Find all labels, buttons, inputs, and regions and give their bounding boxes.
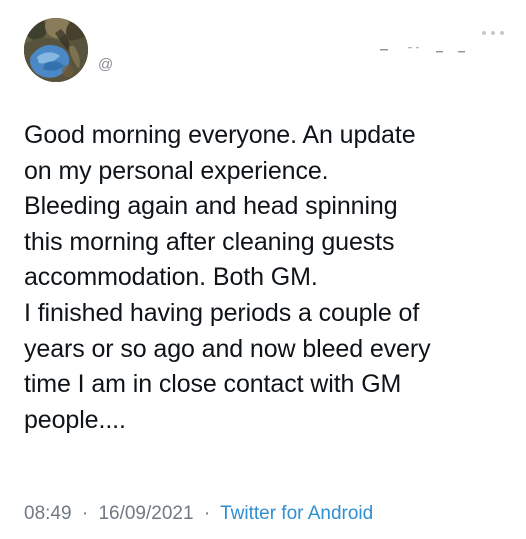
tweet-text: Good morning everyone. An update on my p…: [24, 121, 431, 434]
metadata-separator: ·: [203, 503, 211, 524]
tweet-source-link[interactable]: Twitter for Android: [220, 503, 373, 524]
metadata-separator: ·: [81, 503, 89, 524]
avatar[interactable]: [24, 18, 88, 82]
tweet-time[interactable]: 08:49: [24, 503, 72, 524]
tweet-date[interactable]: 16/09/2021: [98, 503, 193, 524]
tweet-metadata: 08:49 · 16/09/2021 · Twitter for Android: [24, 502, 504, 526]
more-dot-icon: [482, 31, 486, 35]
more-dot-icon: [491, 31, 495, 35]
redacted-name-marks: [380, 47, 465, 53]
tweet-header: @: [24, 18, 504, 90]
user-handle[interactable]: @: [98, 56, 113, 74]
more-dot-icon: [500, 31, 504, 35]
tweet-card: @ Good morning everyone. An update on my…: [0, 0, 526, 539]
profile-photo-icon: [24, 18, 88, 82]
more-options-button[interactable]: [482, 28, 504, 38]
